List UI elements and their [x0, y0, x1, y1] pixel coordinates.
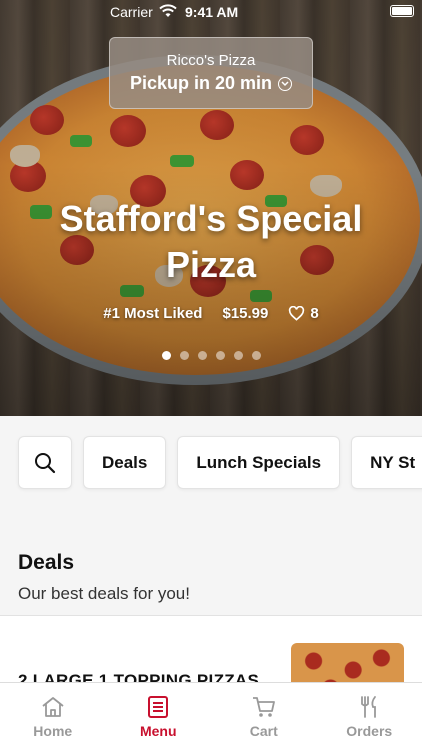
store-pickup-selector[interactable]: Ricco's Pizza Pickup in 20 min: [109, 37, 313, 109]
rank-badge: #1 Most Liked: [103, 305, 203, 322]
clock-label: 9:41 AM: [185, 4, 239, 20]
tab-cart[interactable]: Cart: [211, 683, 317, 750]
carousel-dot[interactable]: [233, 351, 243, 360]
chevron-down-icon: [278, 76, 293, 91]
tab-bar: Home Menu Cart Orders: [0, 682, 422, 750]
carrier-label: Carrier: [110, 4, 153, 20]
search-icon: [35, 452, 56, 473]
cart-icon: [252, 697, 275, 717]
battery-icon: [390, 5, 414, 17]
heart-icon: [289, 306, 305, 321]
pickup-time-text: Pickup in 20 min: [129, 73, 273, 93]
wifi-icon: [159, 4, 177, 17]
tab-orders[interactable]: Orders: [317, 683, 422, 750]
carousel-dot[interactable]: [215, 351, 225, 360]
category-chips: Deals Lunch Specials NY St: [18, 436, 422, 489]
tab-orders-label: Orders: [346, 723, 393, 739]
category-chip-lunch-specials[interactable]: Lunch Specials: [177, 436, 341, 489]
pickup-time-label: Pickup in 20 min: [129, 73, 293, 94]
status-bar: Carrier 9:41 AM: [0, 0, 422, 24]
carousel-dot[interactable]: [161, 351, 171, 360]
tab-menu[interactable]: Menu: [106, 683, 212, 750]
featured-item-title: Stafford's Special Pizza: [0, 196, 422, 288]
tab-menu-label: Menu: [139, 723, 177, 739]
section-title: Deals: [18, 551, 75, 574]
likes-count[interactable]: 8: [288, 305, 319, 322]
carousel-dot[interactable]: [197, 351, 207, 360]
likes-number: 8: [310, 305, 319, 322]
tab-cart-label: Cart: [249, 723, 278, 739]
category-chip-ny-style[interactable]: NY St: [351, 436, 422, 489]
home-icon: [42, 697, 64, 717]
section-subtitle: Our best deals for you!: [18, 584, 190, 603]
price-label: $15.99: [222, 305, 269, 322]
carousel-dot[interactable]: [251, 351, 261, 360]
featured-item-meta: #1 Most Liked $15.99 8: [0, 305, 422, 322]
title-line-2: Pizza: [165, 244, 257, 285]
tab-home-label: Home: [33, 723, 73, 739]
store-name: Ricco's Pizza: [166, 52, 256, 69]
menu-icon: [148, 696, 169, 718]
carousel-dots[interactable]: [0, 351, 422, 360]
carousel-dot[interactable]: [179, 351, 189, 360]
tab-home[interactable]: Home: [0, 683, 106, 750]
orders-icon: [361, 696, 377, 718]
title-line-1: Stafford's Special: [59, 198, 363, 239]
search-button[interactable]: [18, 436, 72, 489]
category-chip-deals[interactable]: Deals: [83, 436, 167, 489]
hero-banner[interactable]: Carrier 9:41 AM Ricco's Pizza Pickup in …: [0, 0, 422, 416]
